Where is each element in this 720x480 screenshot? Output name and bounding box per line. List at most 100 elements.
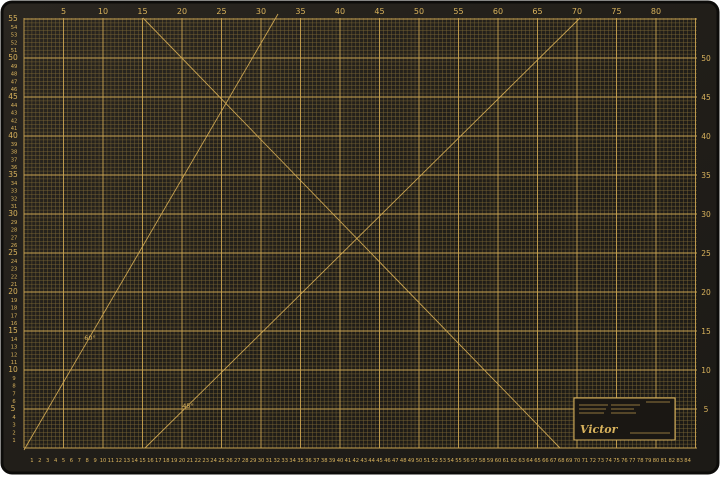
left-ruler-label: 9: [12, 376, 15, 382]
bottom-ruler-label: 58: [479, 458, 486, 464]
bottom-ruler-label: 64: [526, 458, 533, 464]
brand-logo-text: Victor: [580, 423, 619, 436]
bottom-ruler-label: 66: [542, 458, 549, 464]
bottom-ruler-label: 38: [321, 458, 328, 464]
bottom-ruler-label: 69: [566, 458, 573, 464]
bottom-ruler-label: 35: [297, 458, 304, 464]
bottom-ruler-label: 11: [108, 458, 115, 464]
top-ruler-label: 20: [177, 7, 187, 16]
bottom-ruler-label: 3: [46, 458, 49, 464]
left-ruler-label: 8: [12, 384, 15, 390]
top-ruler-label: 25: [216, 7, 226, 16]
top-ruler-label: 70: [572, 7, 582, 16]
bottom-ruler-label: 61: [503, 458, 510, 464]
top-ruler-label: 5: [61, 7, 66, 16]
bottom-ruler-label: 82: [668, 458, 675, 464]
left-ruler-label: 24: [11, 259, 18, 265]
left-ruler-label: 27: [11, 235, 18, 241]
left-ruler-label: 54: [11, 25, 18, 31]
left-ruler-label: 6: [12, 399, 15, 405]
left-ruler-label: 28: [11, 228, 18, 234]
bottom-ruler-label: 83: [676, 458, 683, 464]
right-ruler-label: 50: [701, 54, 711, 63]
bottom-ruler-label: 12: [115, 458, 122, 464]
left-ruler-label: 13: [11, 345, 18, 351]
bottom-ruler-label: 29: [250, 458, 257, 464]
left-ruler-label: 11: [11, 360, 18, 366]
bottom-ruler-label: 43: [360, 458, 367, 464]
bottom-ruler: 1 2 3 4 5 6 7 8 9 10 11 12 13 14 15 16 17 18 19 20 21 22 23 24 2…: [30, 458, 691, 464]
left-ruler-label: 17: [11, 313, 18, 319]
top-ruler-label: 30: [256, 7, 266, 16]
bottom-ruler-label: 57: [471, 458, 478, 464]
right-ruler-label: 20: [701, 288, 711, 297]
brand-label: Victor: [573, 397, 676, 441]
left-ruler-label: 10: [8, 365, 18, 374]
bottom-ruler-label: 10: [100, 458, 107, 464]
left-ruler-label: 40: [8, 131, 18, 140]
top-ruler-label: 55: [453, 7, 463, 16]
bottom-ruler-label: 26: [226, 458, 233, 464]
left-ruler-label: 18: [11, 306, 18, 312]
left-ruler-label: 48: [11, 72, 18, 78]
bottom-ruler-label: 80: [653, 458, 660, 464]
bottom-ruler-label: 8: [86, 458, 89, 464]
bottom-ruler-label: 25: [218, 458, 225, 464]
bottom-ruler-label: 73: [597, 458, 604, 464]
left-ruler-label: 52: [11, 40, 18, 46]
bottom-ruler-label: 48: [400, 458, 407, 464]
top-ruler-label: 15: [137, 7, 147, 16]
left-ruler-label: 44: [11, 103, 18, 109]
bottom-ruler-label: 17: [155, 458, 162, 464]
bottom-ruler-label: 42: [352, 458, 359, 464]
left-ruler-label: 34: [11, 181, 18, 187]
bottom-ruler-label: 32: [273, 458, 280, 464]
bottom-ruler-label: 40: [337, 458, 344, 464]
bottom-ruler-label: 37: [313, 458, 320, 464]
bottom-ruler-label: 65: [534, 458, 541, 464]
bottom-ruler-label: 18: [163, 458, 170, 464]
right-ruler-label: 25: [701, 249, 711, 258]
bottom-ruler-label: 30: [258, 458, 265, 464]
top-ruler-label: 45: [374, 7, 384, 16]
bottom-ruler-label: 60: [495, 458, 502, 464]
left-ruler-label: 15: [8, 326, 18, 335]
bottom-ruler-label: 41: [345, 458, 352, 464]
top-ruler-label: 40: [335, 7, 345, 16]
bottom-ruler-label: 75: [613, 458, 620, 464]
bottom-ruler-label: 16: [147, 458, 154, 464]
bottom-ruler-label: 34: [289, 458, 296, 464]
bottom-ruler-label: 7: [78, 458, 81, 464]
bottom-ruler-label: 22: [194, 458, 201, 464]
cutting-mat-surface: 5 10 15 20 25 30 35 40 45 50 55 60 65 70 75 80 12345678…: [0, 0, 720, 475]
left-ruler-label: 36: [11, 165, 18, 171]
left-ruler-label: 51: [11, 48, 18, 54]
bottom-ruler-label: 53: [439, 458, 446, 464]
bottom-ruler-label: 71: [582, 458, 589, 464]
bottom-ruler-label: 47: [392, 458, 399, 464]
left-ruler-label: 25: [8, 248, 18, 257]
left-ruler-label: 29: [11, 220, 18, 226]
left-ruler-label: 22: [11, 274, 18, 280]
bottom-ruler-label: 62: [510, 458, 517, 464]
left-ruler-label: 37: [11, 157, 18, 163]
left-ruler-label: 30: [8, 209, 18, 218]
left-ruler-label: 23: [11, 267, 18, 273]
bottom-ruler-label: 44: [368, 458, 375, 464]
left-ruler-label: 42: [11, 118, 18, 124]
left-ruler-label: 3: [12, 423, 15, 429]
top-ruler-label: 75: [611, 7, 621, 16]
left-ruler-label: 1: [12, 438, 15, 444]
right-ruler-label: 30: [701, 210, 711, 219]
bottom-ruler-label: 72: [589, 458, 596, 464]
left-ruler-label: 35: [8, 170, 18, 179]
left-ruler-label: 55: [8, 14, 18, 23]
bottom-ruler-label: 52: [431, 458, 438, 464]
bottom-ruler-label: 74: [605, 458, 612, 464]
left-ruler-label: 45: [8, 92, 18, 101]
bottom-ruler-label: 50: [416, 458, 423, 464]
bottom-ruler-label: 70: [574, 458, 581, 464]
left-ruler-label: 19: [11, 298, 18, 304]
bottom-ruler-label: 46: [384, 458, 391, 464]
top-ruler-label: 65: [532, 7, 542, 16]
